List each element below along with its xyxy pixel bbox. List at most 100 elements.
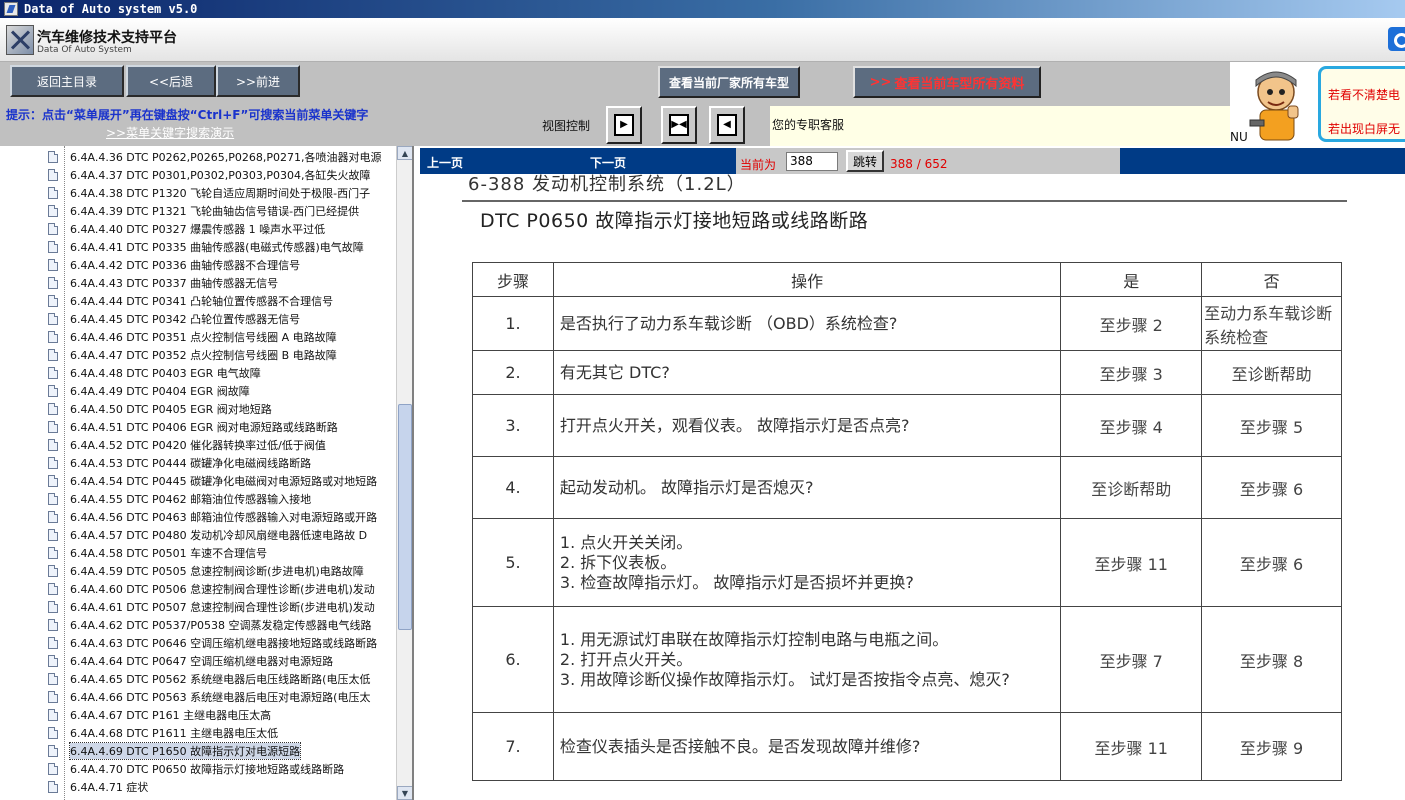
tree-item-label: 6.4A.4.46 DTC P0351 点火控制信号线圈 A 电路故障 — [70, 331, 337, 344]
tree-item-label: 6.4A.4.62 DTC P0537/P0538 空调蒸发稳定传感器电气线路 — [70, 619, 372, 632]
all-info-button[interactable]: >> 查看当前车型所有资料 — [853, 66, 1041, 98]
tree-item-label: 6.4A.4.44 DTC P0341 凸轮轴位置传感器不合理信号 — [70, 295, 334, 308]
tree-item[interactable]: 6.4A.4.40 DTC P0327 爆震传感器 1 噪声水平过低 — [48, 220, 325, 238]
operation-cell: 起动发动机。 故障指示灯是否熄灭? — [552, 456, 1062, 519]
forward-button[interactable]: >>前进 — [216, 65, 300, 97]
tree-item[interactable]: 6.4A.4.44 DTC P0341 凸轮轴位置传感器不合理信号 — [48, 292, 333, 310]
browser-icon[interactable] — [1388, 27, 1405, 51]
tree-item-label: 6.4A.4.63 DTC P0646 空调压缩机继电器接地短路或线路断路 — [70, 637, 378, 650]
table-row: 7. 检查仪表插头是否接触不良。是否发现故障并维修? 至步骤 11 至步骤 9 — [472, 712, 1342, 781]
tree-item[interactable]: 6.4A.4.47 DTC P0352 点火控制信号线圈 B 电路故障 — [48, 346, 337, 364]
tree-item[interactable]: 6.4A.4.43 DTC P0337 曲轴传感器无信号 — [48, 274, 278, 292]
tree-item[interactable]: 6.4A.4.58 DTC P0501 车速不合理信号 — [48, 544, 267, 562]
arrows-inward-icon: ▶◀ — [669, 114, 689, 136]
table-row: 4. 起动发动机。 故障指示灯是否熄灭? 至诊断帮助 至步骤 6 — [472, 456, 1342, 519]
document-icon — [48, 241, 58, 253]
scroll-up-icon[interactable]: ▲ — [397, 146, 412, 160]
tree-item-label: 6.4A.4.49 DTC P0404 EGR 阀故障 — [70, 385, 250, 398]
home-button[interactable]: 返回主目录 — [10, 65, 124, 97]
tree-item[interactable]: 6.4A.4.45 DTC P0342 凸轮位置传感器无信号 — [48, 310, 300, 328]
tree-item[interactable]: 6.4A.4.65 DTC P0562 系统继电器后电压线路断路(电压太低 — [48, 670, 370, 688]
tree-item[interactable]: 6.4A.4.42 DTC P0336 曲轴传感器不合理信号 — [48, 256, 300, 274]
back-button[interactable]: <<后退 — [126, 65, 216, 97]
page-number-input[interactable]: 388 — [786, 152, 838, 171]
tree-item[interactable]: 6.4A.4.67 DTC P161 主继电器电压太高 — [48, 706, 271, 724]
tree-item[interactable]: 6.4A.4.38 DTC P1320 飞轮自适应周期时间处于极限-西门子 — [48, 184, 370, 202]
view-expand-right-button[interactable]: ▶ — [606, 106, 642, 144]
search-demo-link[interactable]: >>菜单关键字搜索演示 — [106, 124, 234, 141]
yes-cell: 至步骤 3 — [1060, 350, 1203, 395]
document-icon — [48, 277, 58, 289]
all-info-label: 查看当前车型所有资料 — [894, 76, 1025, 92]
next-page-link[interactable]: 下一页 — [590, 154, 626, 171]
step-number: 6. — [472, 606, 554, 713]
no-cell: 至诊断帮助 — [1201, 350, 1342, 395]
tree-item[interactable]: 6.4A.4.50 DTC P0405 EGR 阀对地短路 — [48, 400, 272, 418]
no-cell: 至步骤 6 — [1201, 518, 1342, 607]
tree-item[interactable]: 6.4A.4.60 DTC P0506 怠速控制阀合理性诊断(步进电机)发动 — [48, 580, 375, 598]
document-icon — [48, 421, 58, 433]
maker-cars-button[interactable]: 查看当前厂家所有车型 — [658, 66, 800, 98]
document-icon — [48, 151, 58, 163]
tree-item[interactable]: 6.4A.4.59 DTC P0505 怠速控制阀诊断(步进电机)电路故障 — [48, 562, 364, 580]
tree-item[interactable]: 6.4A.4.54 DTC P0445 碳罐净化电磁阀对电源短路或对地短路 — [48, 472, 377, 490]
tree-item[interactable]: 6.4A.4.63 DTC P0646 空调压缩机继电器接地短路或线路断路 — [48, 634, 377, 652]
ad-prefix: NU — [1230, 130, 1248, 144]
tree-item-label: 6.4A.4.43 DTC P0337 曲轴传感器无信号 — [70, 277, 279, 290]
operation-cell: 1. 点火开关关闭。 2. 拆下仪表板。 3. 检查故障指示灯。 故障指示灯是否损坏… — [552, 518, 1062, 607]
document-icon — [48, 655, 58, 667]
tree-item[interactable]: 6.4A.4.66 DTC P0563 系统继电器后电压对电源短路(电压太 — [48, 688, 370, 706]
tree-item[interactable]: 6.4A.4.37 DTC P0301,P0302,P0303,P0304,各缸… — [48, 166, 371, 184]
tree-item[interactable]: 6.4A.4.52 DTC P0420 催化器转换率过低/低于阀值 — [48, 436, 326, 454]
tree-item[interactable]: 6.4A.4.55 DTC P0462 邮箱油位传感器输入接地 — [48, 490, 311, 508]
operation-line: 2. 打开点火开关。 — [559, 649, 693, 669]
tree-item[interactable]: 6.4A.4.48 DTC P0403 EGR 电气故障 — [48, 364, 261, 382]
operation-line: 起动发动机。 故障指示灯是否熄灭? — [559, 477, 814, 497]
document-icon — [48, 349, 58, 361]
tree-item[interactable]: 6.4A.4.46 DTC P0351 点火控制信号线圈 A 电路故障 — [48, 328, 337, 346]
tree-item[interactable]: 6.4A.4.68 DTC P1611 主继电器电压太低 — [48, 724, 278, 742]
tree-item[interactable]: 6.4A.4.53 DTC P0444 碳罐净化电磁阀线路断路 — [48, 454, 311, 472]
logo-band: 汽车维修技术支持平台 Data Of Auto System — [0, 18, 1405, 62]
tree-item-label: 6.4A.4.39 DTC P1321 飞轮曲轴齿信号错误-西门已经提供 — [70, 205, 360, 218]
tree-item[interactable]: 6.4A.4.57 DTC P0480 发动机冷却风扇继电器低速电路故 D — [48, 526, 367, 544]
tree-scrollbar[interactable]: ▲ ▼ — [396, 146, 412, 800]
document-icon — [48, 781, 58, 793]
document-icon — [48, 295, 58, 307]
tree-item[interactable]: 6.4A.4.39 DTC P1321 飞轮曲轴齿信号错误-西门已经提供 — [48, 202, 359, 220]
yes-cell: 至步骤 7 — [1060, 606, 1203, 713]
tree-item[interactable]: 6.4A.4.71 症状 — [48, 778, 148, 796]
tree-item[interactable]: 6.4A.4.70 DTC P0650 故障指示灯接地短路或线路断路 — [48, 760, 344, 778]
view-control-label: 视图控制 — [542, 119, 591, 133]
arrow-right-icon: ▶ — [614, 114, 634, 136]
view-split-button[interactable]: ▶◀ — [661, 106, 697, 144]
window-titlebar: Data of Auto system v5.0 — [0, 0, 1405, 18]
tree-item[interactable]: 6.4A.4.41 DTC P0335 曲轴传感器(电磁式传感器)电气故障 — [48, 238, 364, 256]
tree-item[interactable]: 6.4A.4.49 DTC P0404 EGR 阀故障 — [48, 382, 250, 400]
app-subtitle: Data Of Auto System — [37, 45, 132, 55]
wrench-logo-icon — [6, 25, 34, 55]
table-row: 3. 打开点火开关，观看仪表。 故障指示灯是否点亮? 至步骤 4 至步骤 5 — [472, 394, 1342, 457]
scroll-down-icon[interactable]: ▼ — [397, 786, 412, 800]
jump-button[interactable]: 跳转 — [846, 150, 884, 172]
operation-cell: 有无其它 DTC? — [552, 350, 1062, 395]
operation-line: 打开点火开关，观看仪表。 故障指示灯是否点亮? — [559, 415, 910, 435]
mechanic-mascot-icon — [1249, 71, 1299, 141]
window-title: Data of Auto system v5.0 — [24, 2, 198, 16]
support-ad[interactable]: NU 若看不清楚电 若出现白屏无 — [1230, 62, 1405, 146]
document-icon — [48, 403, 58, 415]
tree-item-label: 6.4A.4.37 DTC P0301,P0302,P0303,P0304,各缸… — [70, 169, 371, 182]
tree-item[interactable]: 6.4A.4.69 DTC P1650 故障指示灯对电源短路 — [48, 742, 302, 760]
tree-item[interactable]: 6.4A.4.36 DTC P0262,P0265,P0268,P0271,各喷… — [48, 148, 382, 166]
tree-item-label: 6.4A.4.65 DTC P0562 系统继电器后电压线路断路(电压太低 — [70, 673, 371, 686]
scroll-thumb[interactable] — [398, 404, 412, 630]
arrow-left-icon: ◀ — [717, 114, 737, 136]
tree-item[interactable]: 6.4A.4.64 DTC P0647 空调压缩机继电器对电源短路 — [48, 652, 333, 670]
tree-item-label: 6.4A.4.66 DTC P0563 系统继电器后电压对电源短路(电压太 — [70, 691, 371, 704]
view-expand-left-button[interactable]: ◀ — [709, 106, 745, 144]
tree-item[interactable]: 6.4A.4.51 DTC P0406 EGR 阀对电源短路或线路断路 — [48, 418, 338, 436]
prev-page-link[interactable]: 上一页 — [427, 154, 463, 171]
tree-item[interactable]: 6.4A.4.56 DTC P0463 邮箱油位传感器输入对电源短路或开路 — [48, 508, 377, 526]
tree-item[interactable]: 6.4A.4.62 DTC P0537/P0538 空调蒸发稳定传感器电气线路 — [48, 616, 372, 634]
tree-item[interactable]: 6.4A.4.61 DTC P0507 怠速控制阀合理性诊断(步进电机)发动 — [48, 598, 375, 616]
